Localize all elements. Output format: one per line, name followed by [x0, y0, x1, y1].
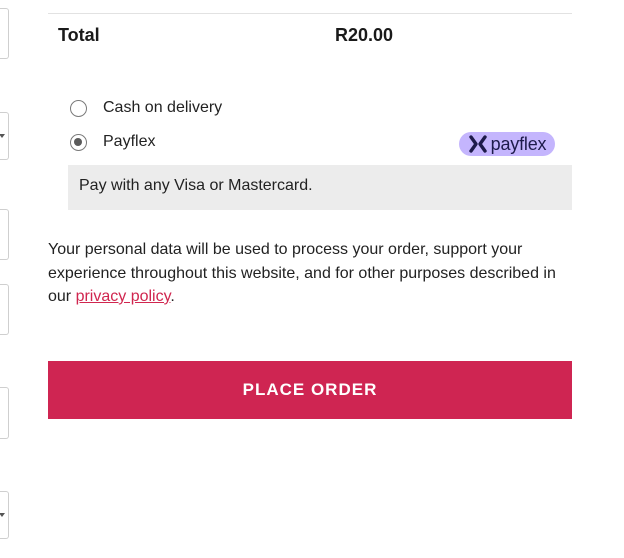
table-divider: [48, 13, 572, 14]
payment-option-cod[interactable]: Cash on delivery: [70, 97, 222, 119]
payflex-logo: payflex: [459, 132, 555, 156]
order-total-label: Total: [58, 25, 100, 45]
place-order-button[interactable]: PLACE ORDER: [48, 361, 572, 419]
payment-description-box: Pay with any Visa or Mastercard.: [68, 165, 572, 210]
order-total-value: R20.00: [335, 25, 394, 45]
radio-button[interactable]: [70, 99, 87, 117]
partial-text-field[interactable]: [0, 387, 9, 439]
partial-text-field[interactable]: [0, 284, 9, 335]
payment-description: Pay with any Visa or Mastercard.: [79, 177, 313, 194]
partial-select-field[interactable]: [0, 491, 9, 539]
partial-text-field[interactable]: [0, 8, 9, 59]
payment-option-payflex[interactable]: Payflex: [70, 131, 155, 153]
partial-text-field[interactable]: [0, 209, 9, 260]
payflex-logo-text: payflex: [490, 133, 547, 154]
radio-button-checked[interactable]: [70, 133, 87, 151]
privacy-notice: Your personal data will be used to proce…: [48, 238, 568, 309]
checkout-payment-section: Total R20.00 Cash on delivery Payflex pa…: [0, 0, 624, 558]
payment-option-label: Payflex: [103, 133, 156, 150]
payment-option-label: Cash on delivery: [103, 99, 223, 116]
payflex-x-icon: [468, 135, 487, 153]
partial-select-field[interactable]: [0, 112, 9, 160]
privacy-notice-end: .: [170, 288, 175, 305]
privacy-policy-link[interactable]: privacy policy: [76, 288, 171, 305]
